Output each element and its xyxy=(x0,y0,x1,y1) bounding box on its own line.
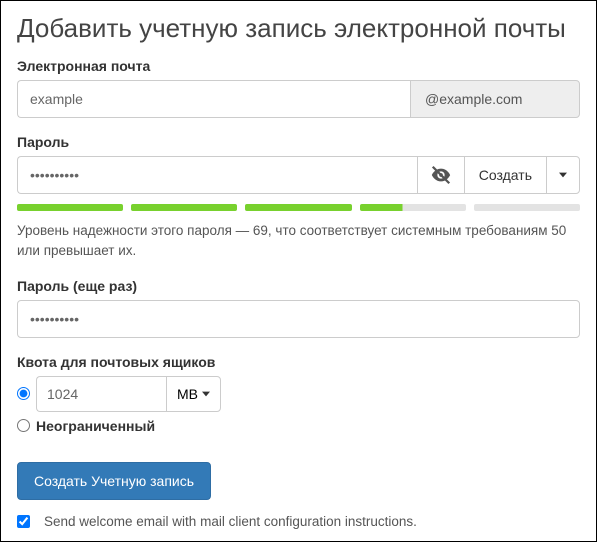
quota-unlimited-radio[interactable] xyxy=(17,419,30,432)
strength-segment xyxy=(131,204,237,211)
toggle-password-visibility-button[interactable] xyxy=(417,156,464,194)
password-input[interactable] xyxy=(17,156,417,194)
password-group: Пароль Создать Уровень надежности этого … xyxy=(17,134,580,262)
strength-segment xyxy=(474,204,580,211)
quota-group: Квота для почтовых ящиков MB Неограничен… xyxy=(17,354,580,434)
quota-unlimited-label: Неограниченный xyxy=(36,418,155,434)
quota-value-input[interactable] xyxy=(36,376,166,412)
email-group: Электронная почта @example.com xyxy=(17,58,580,118)
email-label: Электронная почта xyxy=(17,58,580,74)
page-title: Добавить учетную запись электронной почт… xyxy=(17,13,580,44)
quota-limited-radio[interactable] xyxy=(17,387,30,400)
welcome-email-checkbox[interactable] xyxy=(17,515,30,528)
strength-segment xyxy=(17,204,123,211)
eye-slash-icon xyxy=(430,164,452,186)
email-domain-addon: @example.com xyxy=(410,80,580,118)
password-options-dropdown[interactable] xyxy=(546,156,580,194)
welcome-email-label: Send welcome email with mail client conf… xyxy=(44,514,417,529)
generate-password-button[interactable]: Создать xyxy=(464,156,546,194)
quota-label: Квота для почтовых ящиков xyxy=(17,354,580,370)
strength-segment xyxy=(360,204,466,211)
password-confirm-label: Пароль (еще раз) xyxy=(17,278,580,294)
email-user-input[interactable] xyxy=(17,80,410,118)
quota-unit-dropdown[interactable]: MB xyxy=(166,376,221,412)
password-strength-meter xyxy=(17,204,580,211)
quota-unit-label: MB xyxy=(177,386,198,402)
strength-segment xyxy=(245,204,351,211)
password-strength-text: Уровень надежности этого пароля — 69, чт… xyxy=(17,221,580,262)
password-confirm-group: Пароль (еще раз) xyxy=(17,278,580,338)
create-account-button[interactable]: Создать Учетную запись xyxy=(17,462,211,500)
password-confirm-input[interactable] xyxy=(17,300,580,338)
password-label: Пароль xyxy=(17,134,580,150)
chevron-down-icon xyxy=(559,171,567,179)
chevron-down-icon xyxy=(202,391,210,397)
